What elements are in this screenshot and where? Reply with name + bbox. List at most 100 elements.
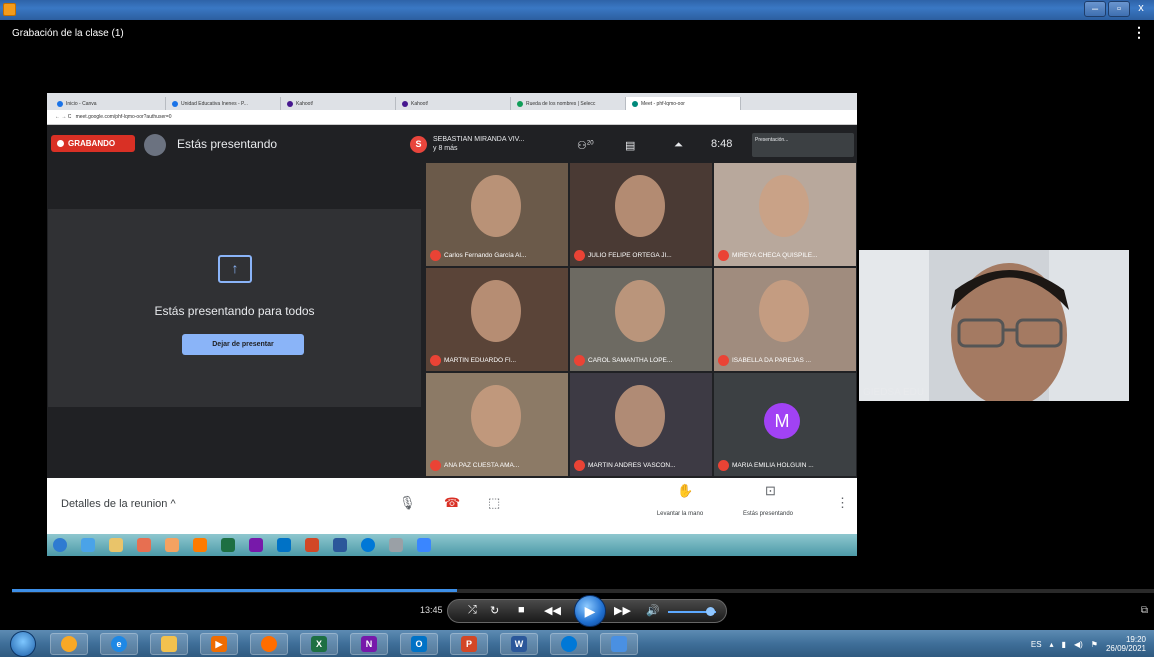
participant-name: MARTIN ANDRES VASCON... <box>574 460 676 471</box>
participant-video <box>615 280 665 342</box>
participant-tile[interactable]: MARTIN ANDRES VASCON... <box>570 373 712 476</box>
taskbar-outlook[interactable]: O <box>400 633 438 655</box>
participant-tile[interactable]: ISABELLA DA PAREJAS ... <box>714 268 856 371</box>
more-options-icon[interactable]: ⋮ <box>1132 24 1146 41</box>
taskbar-edge[interactable] <box>550 633 588 655</box>
maximize-button[interactable]: ▫ <box>1108 1 1130 17</box>
taskbar-app[interactable] <box>600 633 638 655</box>
volume-icon[interactable]: 🔊 <box>646 604 660 617</box>
taskbar-firefox[interactable] <box>250 633 288 655</box>
muted-mic-icon <box>430 355 441 366</box>
teacher-video <box>859 250 1129 401</box>
participant-tile[interactable]: JULIO FELIPE ORTEGA JI... <box>570 163 712 266</box>
participant-name: Carlos Fernando García Al... <box>430 250 526 261</box>
taskbar-ie[interactable]: e <box>100 633 138 655</box>
browser-tab-active[interactable]: Meet - phf-lqmo-oor <box>626 97 741 110</box>
muted-mic-icon <box>574 250 585 261</box>
app-icon <box>389 538 403 552</box>
teacher-camera: GIEDSA EDU <box>859 250 1129 401</box>
tab-favicon-icon <box>632 100 638 107</box>
participant-tile[interactable]: ANA PAZ CUESTA AMA... <box>426 373 568 476</box>
start-orb-icon <box>53 538 67 552</box>
presenting-status: Estás presentando <box>177 137 278 151</box>
tab-favicon-icon <box>57 100 63 107</box>
browser-tab[interactable]: Rueda de los nombres | Selecc <box>511 97 626 110</box>
participant-tile[interactable]: CAROL SAMANTHA LOPE... <box>570 268 712 371</box>
participant-tile[interactable]: Carlos Fernando García Al... <box>426 163 568 266</box>
taskbar-excel[interactable]: X <box>300 633 338 655</box>
minimize-button[interactable]: – <box>1084 1 1106 17</box>
fast-forward-icon[interactable]: ▶▶ <box>614 604 631 617</box>
taskbar-word[interactable]: W <box>500 633 538 655</box>
taskbar-media-player[interactable]: ▶ <box>200 633 238 655</box>
tab-favicon-icon <box>287 100 293 107</box>
participant-video <box>759 280 809 342</box>
muted-mic-icon <box>718 460 729 471</box>
camera-icon[interactable]: ⬚ <box>488 495 500 511</box>
ie-icon: e <box>111 636 127 652</box>
browser-tab-strip: Inicio - Canva Unidad Educativa Inenes -… <box>47 93 857 110</box>
chat-icon[interactable]: ▤ <box>625 139 635 152</box>
edge-icon <box>561 636 577 652</box>
participant-tile[interactable]: MIREYA CHECA QUISPILE... <box>714 163 856 266</box>
browser-tab[interactable]: Unidad Educativa Inenes - P... <box>166 97 281 110</box>
powerpoint-icon: P <box>461 636 477 652</box>
avatar <box>144 134 166 156</box>
tab-favicon-icon <box>172 100 178 107</box>
speaker-avatar: S <box>410 136 427 153</box>
excel-icon <box>221 538 235 552</box>
stop-presenting-button[interactable]: Dejar de presentar <box>182 334 304 355</box>
language-indicator[interactable]: ES <box>1031 640 1042 649</box>
raise-hand-icon[interactable]: ✋ <box>677 483 693 499</box>
more-options-icon[interactable]: ⋮ <box>836 495 849 511</box>
browser-tab[interactable]: Kahoot! <box>396 97 511 110</box>
system-clock[interactable]: 19:20 26/09/2021 <box>1106 635 1146 653</box>
network-icon[interactable]: ▮ <box>1062 640 1066 649</box>
shuffle-icon[interactable]: ⤮ <box>468 604 477 617</box>
onenote-icon: N <box>361 636 377 652</box>
taskbar-powerpoint[interactable]: P <box>450 633 488 655</box>
participant-tile[interactable]: M MARIA EMILIA HOLGUIN ... <box>714 373 856 476</box>
camera-name-label: GIEDSA EDU <box>863 387 925 398</box>
speaker-icon[interactable]: ◀) <box>1074 640 1083 649</box>
video-title: Grabación de la clase (1) <box>12 28 124 39</box>
participant-tile[interactable]: MARTIN EDUARDO FI... <box>426 268 568 371</box>
taskbar-chrome[interactable] <box>50 633 88 655</box>
play-button[interactable]: ▶ <box>574 595 606 627</box>
people-icon[interactable]: ⚇20 <box>577 139 594 152</box>
recording-badge: GRABANDO <box>51 135 135 152</box>
app-icon <box>417 538 431 552</box>
tab-favicon-icon <box>517 100 523 107</box>
volume-knob[interactable] <box>706 607 715 616</box>
window-controls: – ▫ x <box>1084 1 1150 17</box>
outlook-icon <box>277 538 291 552</box>
repeat-icon[interactable]: ↻ <box>490 604 499 617</box>
activities-icon[interactable]: ⏶ <box>674 139 683 152</box>
show-hidden-icons-icon[interactable]: ▴ <box>1050 640 1054 649</box>
onenote-icon <box>249 538 263 552</box>
muted-mic-icon <box>718 250 729 261</box>
close-button[interactable]: x <box>1132 1 1150 17</box>
browser-tab[interactable]: Kahoot! <box>281 97 396 110</box>
microphone-icon[interactable]: 🎙 <box>399 495 416 511</box>
taskbar-onenote[interactable]: N <box>350 633 388 655</box>
present-icon[interactable]: ⊡ <box>765 483 776 499</box>
taskbar-explorer[interactable] <box>150 633 188 655</box>
word-icon: W <box>511 636 527 652</box>
chrome-icon <box>61 636 77 652</box>
recording-dot-icon <box>57 140 64 147</box>
media-player-icon: ▶ <box>211 636 227 652</box>
stop-icon[interactable]: ■ <box>518 604 525 616</box>
switch-to-library-icon[interactable]: ⧉ <box>1141 605 1148 616</box>
participant-name: CAROL SAMANTHA LOPE... <box>574 355 672 366</box>
meeting-details-button[interactable]: Detalles de la reunion ^ <box>61 498 176 510</box>
hang-up-icon[interactable]: ☎ <box>444 495 460 511</box>
address-bar[interactable]: ← → C meet.google.com/phf-lqmo-oor?authu… <box>47 110 857 125</box>
browser-tab[interactable]: Inicio - Canva <box>51 97 166 110</box>
participant-video <box>471 280 521 342</box>
start-button[interactable] <box>10 631 36 657</box>
flag-icon[interactable]: ⚑ <box>1091 640 1098 649</box>
participant-avatar: M <box>764 403 800 439</box>
recorded-screen: Inicio - Canva Unidad Educativa Inenes -… <box>47 93 857 556</box>
rewind-icon[interactable]: ◀◀ <box>544 604 561 617</box>
